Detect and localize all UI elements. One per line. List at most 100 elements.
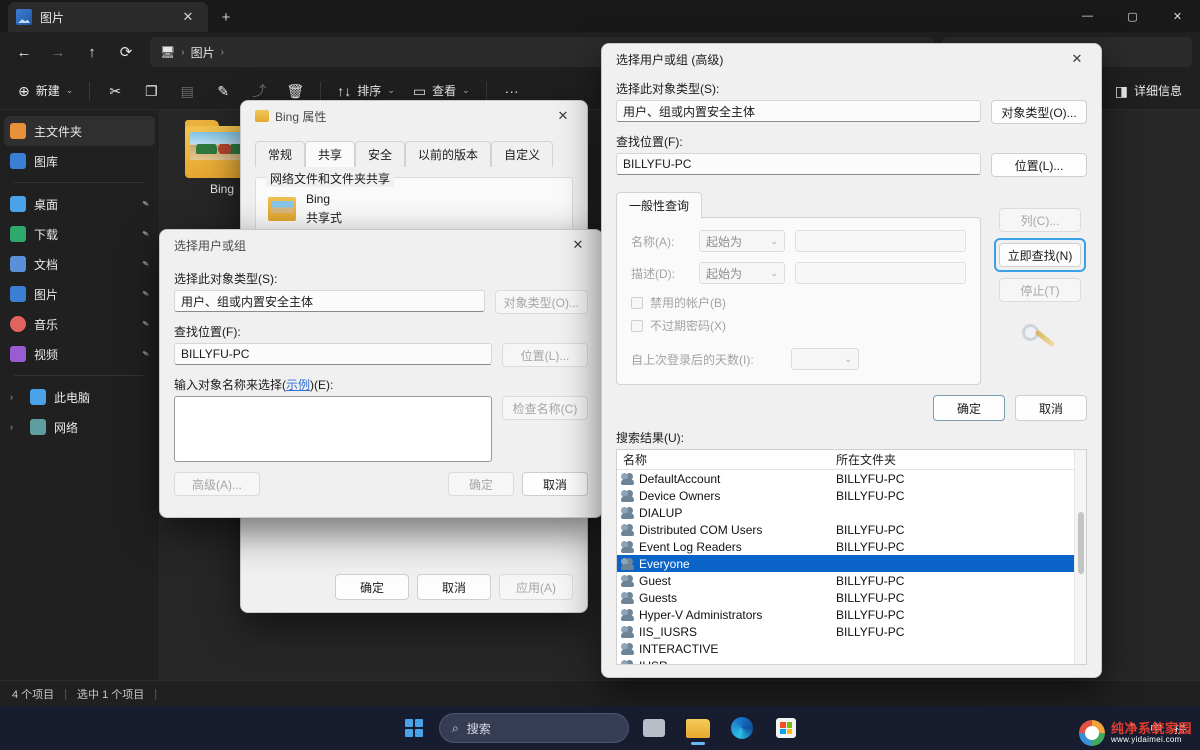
minimize-icon[interactable]: — [1065,0,1110,32]
table-row[interactable]: DefaultAccountBILLYFU-PC [617,470,1086,487]
advanced-location-button[interactable]: 位置(L)... [991,153,1087,177]
query-name-input[interactable] [795,230,966,252]
tab-customize[interactable]: 自定义 [491,141,553,167]
tab-general[interactable]: 常规 [255,141,305,167]
task-view-button[interactable] [635,709,673,747]
advanced-dialog-actions: 确定 取消 [616,395,1087,421]
examples-link[interactable]: 示例 [286,378,310,392]
rename-button[interactable]: ✎ [206,76,240,106]
table-row[interactable]: DIALUP [617,504,1086,521]
new-button[interactable]: ⊕ 新建 ⌄ [10,76,81,106]
start-button[interactable] [395,709,433,747]
find-now-button[interactable]: 立即查找(N) [999,243,1081,267]
sidebar-item-this-pc[interactable]: › 此电脑 [4,382,155,412]
close-icon[interactable]: ✕ [1059,44,1095,74]
refresh-icon[interactable]: ⟳ [110,37,142,67]
result-name: DefaultAccount [639,472,720,486]
microsoft-edge-button[interactable] [723,709,761,747]
advanced-cancel-button[interactable]: 取消 [1015,395,1087,421]
query-name-operator[interactable]: 起始为 ⌄ [699,230,785,252]
close-icon[interactable]: ✕ [176,5,200,29]
back-icon[interactable]: ← [8,37,40,67]
check-names-button[interactable]: 检查名称(C) [502,396,588,420]
paste-button[interactable]: ▤ [170,76,204,106]
sidebar-item-music[interactable]: 音乐 ✒ [4,309,155,339]
up-icon[interactable]: ↑ [76,37,108,67]
sidebar-item-pictures[interactable]: 图片 ✒ [4,279,155,309]
table-row-selected[interactable]: Everyone [617,555,1086,572]
columns-button[interactable]: 列(C)... [999,208,1081,232]
select-object-type-button[interactable]: 对象类型(O)... [495,290,588,314]
table-row[interactable]: GuestsBILLYFU-PC [617,589,1086,606]
close-window-icon[interactable]: ✕ [1155,0,1200,32]
tab-security[interactable]: 安全 [355,141,405,167]
advanced-button[interactable]: 高级(A)... [174,472,260,496]
microsoft-store-button[interactable] [767,709,805,747]
close-icon[interactable]: ✕ [560,230,596,260]
search-icon: ⌕ [452,721,459,736]
results-column-folder[interactable]: 所在文件夹 [832,451,1086,468]
sidebar-item-downloads[interactable]: 下载 ✒ [4,219,155,249]
advanced-ok-button[interactable]: 确定 [933,395,1005,421]
table-row[interactable]: Distributed COM UsersBILLYFU-PC [617,521,1086,538]
properties-cancel-button[interactable]: 取消 [417,574,491,600]
days-since-logon-select[interactable]: ⌄ [791,348,859,370]
taskbar-search-box[interactable]: ⌕ 搜索 [439,713,629,743]
table-row[interactable]: Device OwnersBILLYFU-PC [617,487,1086,504]
disabled-accounts-checkbox-row[interactable]: 禁用的帐户(B) [631,294,966,311]
table-row[interactable]: GuestBILLYFU-PC [617,572,1086,589]
select-user-or-group-advanced-dialog: 选择用户或组 (高级) ✕ 选择此对象类型(S): 用户、组或内置安全主体 对象… [601,43,1102,678]
results-scrollbar[interactable] [1074,450,1086,664]
query-description-input[interactable] [795,262,966,284]
select-cancel-button[interactable]: 取消 [522,472,588,496]
cut-button[interactable]: ✂ [98,76,132,106]
tab-sharing[interactable]: 共享 [305,141,355,167]
table-row[interactable]: Event Log ReadersBILLYFU-PC [617,538,1086,555]
chevron-right-icon[interactable]: › [10,392,22,402]
sidebar-label-documents: 文档 [34,256,58,273]
result-folder: BILLYFU-PC [832,523,1086,537]
tab-common-queries[interactable]: 一般性查询 [616,192,702,218]
properties-ok-button[interactable]: 确定 [335,574,409,600]
sidebar-item-network[interactable]: › 网络 [4,412,155,442]
stop-button[interactable]: 停止(T) [999,278,1081,302]
details-pane-icon: ◨ [1115,84,1128,98]
advanced-object-type-button[interactable]: 对象类型(O)... [991,100,1087,124]
chevron-right-icon-2[interactable]: › [10,422,22,432]
query-description-operator[interactable]: 起始为 ⌄ [699,262,785,284]
documents-icon [10,256,26,272]
select-ok-button[interactable]: 确定 [448,472,514,496]
copy-button[interactable]: ❐ [134,76,168,106]
file-explorer-taskbar-button[interactable] [679,709,717,747]
breadcrumb-pictures[interactable]: 图片 [191,44,215,61]
results-scrollbar-thumb[interactable] [1078,512,1084,574]
windows-logo-icon [405,719,423,737]
tab-previous-versions[interactable]: 以前的版本 [405,141,491,167]
table-row[interactable]: INTERACTIVE [617,640,1086,657]
explorer-tab-pictures[interactable]: 图片 ✕ [8,2,208,32]
search-results-list[interactable]: 名称 所在文件夹 DefaultAccountBILLYFU-PC Device… [616,449,1087,665]
object-names-input[interactable] [174,396,492,462]
non-expiring-password-checkbox[interactable] [631,320,643,332]
sidebar-item-desktop[interactable]: 桌面 ✒ [4,189,155,219]
table-row[interactable]: Hyper-V AdministratorsBILLYFU-PC [617,606,1086,623]
disabled-accounts-checkbox[interactable] [631,297,643,309]
details-pane-button[interactable]: ◨ 详细信息 [1107,76,1190,106]
divider-2 [14,375,145,376]
forward-icon[interactable]: → [42,37,74,67]
table-row[interactable]: IIS_IUSRSBILLYFU-PC [617,623,1086,640]
non-expiring-password-checkbox-row[interactable]: 不过期密码(X) [631,317,966,334]
sidebar-item-gallery[interactable]: 图库 [4,146,155,176]
sidebar-item-home[interactable]: 主文件夹 [4,116,155,146]
maximize-icon[interactable]: ▢ [1110,0,1155,32]
selection-count: 选中 1 个项目 [77,686,144,702]
table-row[interactable]: IUSR [617,657,1086,664]
new-tab-button[interactable]: + [214,5,238,29]
sidebar-item-videos[interactable]: 视频 ✒ [4,339,155,369]
sidebar-item-documents[interactable]: 文档 ✒ [4,249,155,279]
desktop-icon [10,196,26,212]
close-icon[interactable]: ✕ [545,101,581,131]
results-column-name[interactable]: 名称 [617,451,832,468]
select-location-button[interactable]: 位置(L)... [502,343,588,367]
properties-apply-button[interactable]: 应用(A) [499,574,573,600]
